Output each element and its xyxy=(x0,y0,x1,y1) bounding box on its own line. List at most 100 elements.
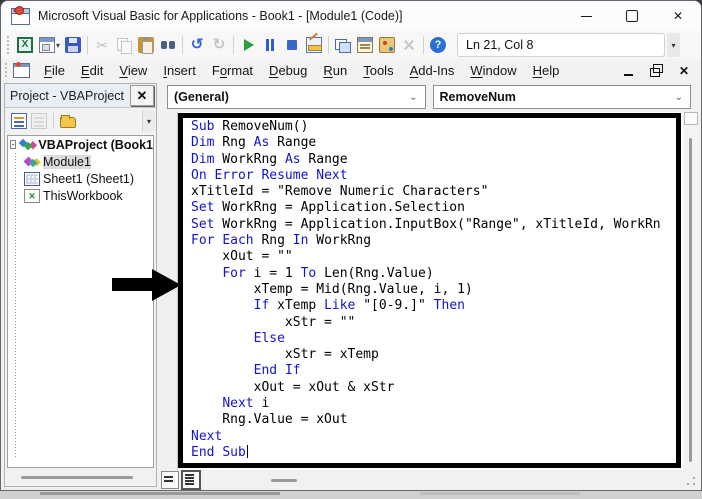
break-button[interactable] xyxy=(259,34,281,56)
tree-item-sheet1-sheet1[interactable]: Sheet1 (Sheet1) xyxy=(8,170,153,187)
chevron-down-icon: ⌄ xyxy=(409,91,418,103)
code-line[interactable]: End If xyxy=(191,363,676,379)
splitter-box[interactable] xyxy=(684,112,698,125)
scrollbar-thumb[interactable] xyxy=(271,479,297,482)
project-panel-close-button[interactable]: ✕ xyxy=(130,85,154,106)
code-line[interactable]: If xTemp Like "[0-9.]" Then xyxy=(191,298,676,314)
menu-window[interactable]: Window xyxy=(462,61,524,80)
code-line[interactable]: Rng.Value = xOut xyxy=(191,412,676,428)
code-line[interactable]: End Sub xyxy=(191,444,676,461)
background-window-fragment xyxy=(40,492,280,495)
project-toolbar-options-button[interactable]: ▾ xyxy=(142,110,155,132)
copy-button[interactable] xyxy=(113,34,135,56)
find-icon xyxy=(160,37,176,53)
menu-format[interactable]: Format xyxy=(204,61,261,80)
properties-window-button[interactable] xyxy=(354,34,376,56)
menu-edit[interactable]: Edit xyxy=(73,61,111,80)
code-line[interactable]: On Error Resume Next xyxy=(191,168,676,184)
cut-button[interactable] xyxy=(91,34,113,56)
maximize-button[interactable] xyxy=(609,1,655,31)
menu-run[interactable]: Run xyxy=(315,61,355,80)
reset-button[interactable] xyxy=(281,34,303,56)
main-area: Project - VBAProject ✕ ▾ - VBAProject (Bo… xyxy=(1,82,701,490)
scrollbar-thumb[interactable] xyxy=(689,138,692,462)
view-code-icon[interactable] xyxy=(11,113,27,129)
tree-item-thisworkbook[interactable]: ThisWorkbook xyxy=(8,187,153,204)
code-line[interactable]: Dim Rng As Range xyxy=(191,135,676,151)
undo-button[interactable] xyxy=(186,34,208,56)
tree-item-label: ThisWorkbook xyxy=(43,188,123,203)
margin-indicator-bar[interactable] xyxy=(159,112,178,470)
menu-help[interactable]: Help xyxy=(525,61,568,80)
line-column-indicator: Ln 21, Col 8 xyxy=(457,33,666,57)
toolbar-options-button[interactable]: ▾ xyxy=(667,33,681,57)
code-line[interactable]: xOut = "" xyxy=(191,249,676,265)
undo-icon xyxy=(189,37,205,53)
mdi-close-button[interactable] xyxy=(677,64,691,78)
menu-file[interactable]: File xyxy=(36,61,73,80)
code-vertical-scrollbar[interactable] xyxy=(683,112,699,470)
paste-button[interactable] xyxy=(135,34,157,56)
menubar-grip[interactable] xyxy=(4,63,9,78)
menu-view[interactable]: View xyxy=(111,61,155,80)
tree-expander[interactable]: - xyxy=(10,140,17,149)
toggle-folders-icon[interactable] xyxy=(60,115,76,128)
procedure-dropdown[interactable]: RemoveNum ⌄ xyxy=(432,85,691,109)
vba-editor-window: Microsoft Visual Basic for Applications … xyxy=(0,0,702,491)
minimize-button[interactable] xyxy=(563,1,609,31)
code-line[interactable]: Dim WorkRng As Range xyxy=(191,152,676,168)
excel-button[interactable] xyxy=(14,34,36,56)
code-line[interactable]: Sub RemoveNum() xyxy=(191,119,676,135)
code-window-header: (General) ⌄ RemoveNum ⌄ xyxy=(167,85,691,109)
save-button[interactable] xyxy=(62,34,84,56)
redo-button[interactable] xyxy=(208,34,230,56)
code-line[interactable]: xStr = "" xyxy=(191,315,676,331)
run-button[interactable] xyxy=(237,34,259,56)
tree-item-vbaproject-book1[interactable]: - VBAProject (Book1 xyxy=(8,136,153,153)
code-line[interactable]: For Each Rng In WorkRng xyxy=(191,233,676,249)
menu-debug[interactable]: Debug xyxy=(261,61,315,80)
code-line[interactable]: Set WorkRng = Application.InputBox("Rang… xyxy=(191,217,676,233)
code-line[interactable]: xStr = xTemp xyxy=(191,347,676,363)
code-line[interactable]: xTemp = Mid(Rng.Value, i, 1) xyxy=(191,282,676,298)
code-line[interactable]: Next i xyxy=(191,396,676,412)
code-editor-area[interactable]: Sub RemoveNum() Dim Rng As Range Dim WorkR… xyxy=(159,112,683,470)
insert-userform-button[interactable] xyxy=(36,34,58,56)
code-line[interactable]: Next xyxy=(191,429,676,445)
design-mode-button[interactable] xyxy=(303,34,325,56)
find-button[interactable] xyxy=(157,34,179,56)
code-line[interactable]: xTitleId = "Remove Numeric Characters" xyxy=(191,184,676,200)
close-button[interactable] xyxy=(655,1,701,31)
mdi-minimize-button[interactable] xyxy=(621,64,635,78)
project-horizontal-scrollbar[interactable] xyxy=(7,470,154,484)
object-browser-icon xyxy=(379,37,396,53)
code-line[interactable]: Else xyxy=(191,331,676,347)
menu-insert[interactable]: Insert xyxy=(155,61,204,80)
code-line[interactable]: For i = 1 To Len(Rng.Value) xyxy=(191,266,676,282)
code-line[interactable]: xOut = xOut & xStr xyxy=(191,380,676,396)
mdi-restore-button[interactable] xyxy=(649,63,663,78)
code-window-bottom-bar xyxy=(159,470,699,490)
project-explorer-button[interactable] xyxy=(332,34,354,56)
help-button[interactable] xyxy=(427,34,449,56)
scrollbar-thumb[interactable] xyxy=(21,476,133,479)
toolbar-grip[interactable] xyxy=(6,36,11,54)
view-object-icon[interactable] xyxy=(31,113,47,129)
project-panel-header[interactable]: Project - VBAProject ✕ xyxy=(5,84,156,108)
insert-userform-icon xyxy=(39,37,55,53)
menu-addins[interactable]: Add-Ins xyxy=(402,61,463,80)
tree-item-label: Sheet1 (Sheet1) xyxy=(43,171,135,186)
resize-grip[interactable] xyxy=(686,476,696,486)
code-text[interactable]: Sub RemoveNum() Dim Rng As Range Dim WorkR… xyxy=(191,119,676,461)
full-module-view-button[interactable] xyxy=(181,470,201,490)
object-dropdown[interactable]: (General) ⌄ xyxy=(167,85,426,109)
tree-item-module1[interactable]: Module1 xyxy=(8,153,153,170)
paste-icon xyxy=(138,37,155,54)
object-browser-button[interactable] xyxy=(376,34,398,56)
toolbox-button[interactable] xyxy=(398,34,420,56)
code-line[interactable]: Set WorkRng = Application.Selection xyxy=(191,200,676,216)
menu-tools[interactable]: Tools xyxy=(355,61,401,80)
background-window-fragment xyxy=(420,492,580,495)
procedure-view-button[interactable] xyxy=(161,471,179,489)
help-icon xyxy=(430,37,447,53)
